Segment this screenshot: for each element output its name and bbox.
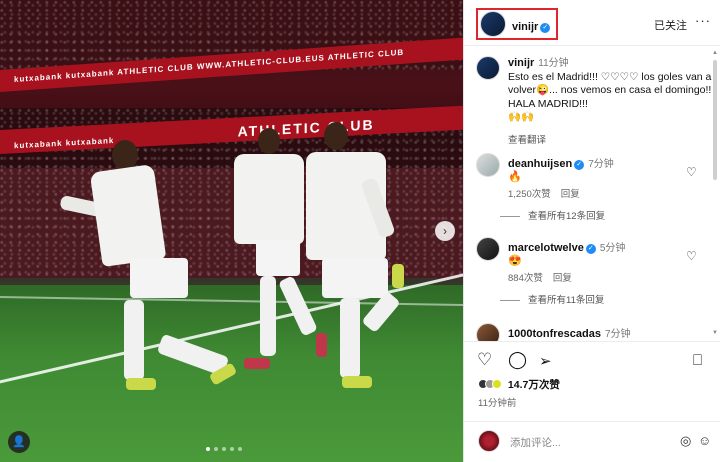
comments-scrollbar[interactable]: ▲ ▼ xyxy=(712,50,718,338)
avatar[interactable] xyxy=(476,237,500,261)
avatar[interactable] xyxy=(476,323,500,341)
more-options-icon[interactable]: ··· xyxy=(695,13,711,28)
comment-header: 1000tonfrescadas 7分钟 xyxy=(508,325,631,340)
add-comment-input[interactable]: 添加评论... xyxy=(510,435,561,450)
carousel-dot xyxy=(214,447,218,451)
caption-body: Esto es el Madrid!!! ♡♡♡♡ los goles van … xyxy=(508,70,712,110)
post-time: 11分钟前 xyxy=(478,398,517,409)
comment-text: 🔥 xyxy=(508,171,522,183)
comment-time: 7分钟 xyxy=(588,159,614,170)
carousel-dot xyxy=(206,447,210,451)
post-side-panel: vinijr ✓ 已关注 ··· vinijr 11分钟 Esto es el Ma… xyxy=(463,0,720,462)
reply-button[interactable]: 回复 xyxy=(561,189,580,200)
post-header: vinijr ✓ 已关注 ··· xyxy=(464,0,720,46)
comment-text: 😍 xyxy=(508,255,522,267)
comment-username[interactable]: deanhuijsen xyxy=(508,158,572,170)
player-left xyxy=(59,140,240,400)
verified-badge-icon: ✓ xyxy=(574,160,585,170)
comment-meta: 884次赞 回复 xyxy=(508,270,572,284)
post-actions: ♡ ◯ ➢ ⎕ 14.7万次赞 11分钟前 xyxy=(464,341,720,421)
comment-bubble-icon[interactable]: ◯ xyxy=(508,350,527,370)
add-comment-bar: 添加评论... ◎ ☺ xyxy=(464,421,720,462)
comment-meta: 1,250次赞 回复 xyxy=(508,186,580,200)
header-username-row[interactable]: vinijr ✓ xyxy=(512,17,551,35)
comments-list[interactable]: vinijr 11分钟 Esto es el Madrid!!! ♡♡♡♡ los… xyxy=(464,47,712,341)
caption-text: Esto es el Madrid!!! ♡♡♡♡ los goles van … xyxy=(508,71,712,112)
comment-username[interactable]: 1000tonfrescadas xyxy=(508,328,601,340)
liker-avatar xyxy=(492,379,502,389)
comment-username[interactable]: marcelotwelve xyxy=(508,242,584,254)
comment-likes[interactable]: 884次赞 xyxy=(508,273,543,284)
comment-header: marcelotwelve ✓ 5分钟 xyxy=(508,239,625,254)
post-photo[interactable]: kutxabank kutxabank ATHLETIC CLUB WWW.AT… xyxy=(0,0,463,462)
player-right xyxy=(300,122,420,392)
carousel-dot xyxy=(222,447,226,451)
likes-count[interactable]: 14.7万次赞 xyxy=(478,377,560,392)
scroll-up-icon[interactable]: ▲ xyxy=(712,50,718,56)
comment-time: 7分钟 xyxy=(604,329,631,340)
scrollbar-thumb[interactable] xyxy=(713,60,717,180)
likes-label: 14.7万次赞 xyxy=(507,379,560,391)
verified-badge-icon: ✓ xyxy=(540,23,551,33)
caption-time: 11分钟 xyxy=(538,58,569,69)
gif-icon[interactable]: ◎ xyxy=(680,433,691,449)
header-username[interactable]: vinijr xyxy=(512,21,538,33)
emoji-icon[interactable]: ☺ xyxy=(698,433,711,448)
view-replies-link[interactable]: 查看所有12条回复 xyxy=(528,208,605,222)
comment-likes[interactable]: 1,250次赞 xyxy=(508,189,551,200)
next-image-button[interactable]: › xyxy=(435,221,455,241)
avatar[interactable] xyxy=(476,56,500,80)
comment-header: deanhuijsen ✓ 7分钟 xyxy=(508,155,614,170)
caption-hands: 🙌🙌 xyxy=(508,111,535,123)
bookmark-icon[interactable]: ⎕ xyxy=(693,352,702,369)
avatar[interactable] xyxy=(476,153,500,177)
see-translation-link[interactable]: 查看翻译 xyxy=(508,132,546,146)
following-button[interactable]: 已关注 xyxy=(654,17,687,33)
caption-text-block: vinijr 11分钟 Esto es el Madrid!!! ♡♡♡♡ los… xyxy=(508,57,712,125)
avatar xyxy=(478,430,500,452)
reply-button[interactable]: 回复 xyxy=(553,273,572,284)
scroll-down-icon[interactable]: ▼ xyxy=(712,330,718,336)
person-icon[interactable]: 👤 xyxy=(8,431,30,453)
avatar[interactable] xyxy=(480,11,506,37)
comment-time: 5分钟 xyxy=(599,243,626,254)
carousel-dot xyxy=(230,447,234,451)
carousel-dot xyxy=(238,447,242,451)
like-comment-heart-icon[interactable]: ♡ xyxy=(686,249,697,263)
like-heart-icon[interactable]: ♡ xyxy=(477,350,492,370)
share-send-icon[interactable]: ➢ xyxy=(539,352,552,370)
carousel-dots xyxy=(206,447,242,451)
caption-username[interactable]: vinijr xyxy=(508,57,534,69)
like-comment-heart-icon[interactable]: ♡ xyxy=(686,165,697,179)
verified-badge-icon: ✓ xyxy=(585,244,596,254)
view-replies-link[interactable]: 查看所有11条回复 xyxy=(528,292,604,306)
